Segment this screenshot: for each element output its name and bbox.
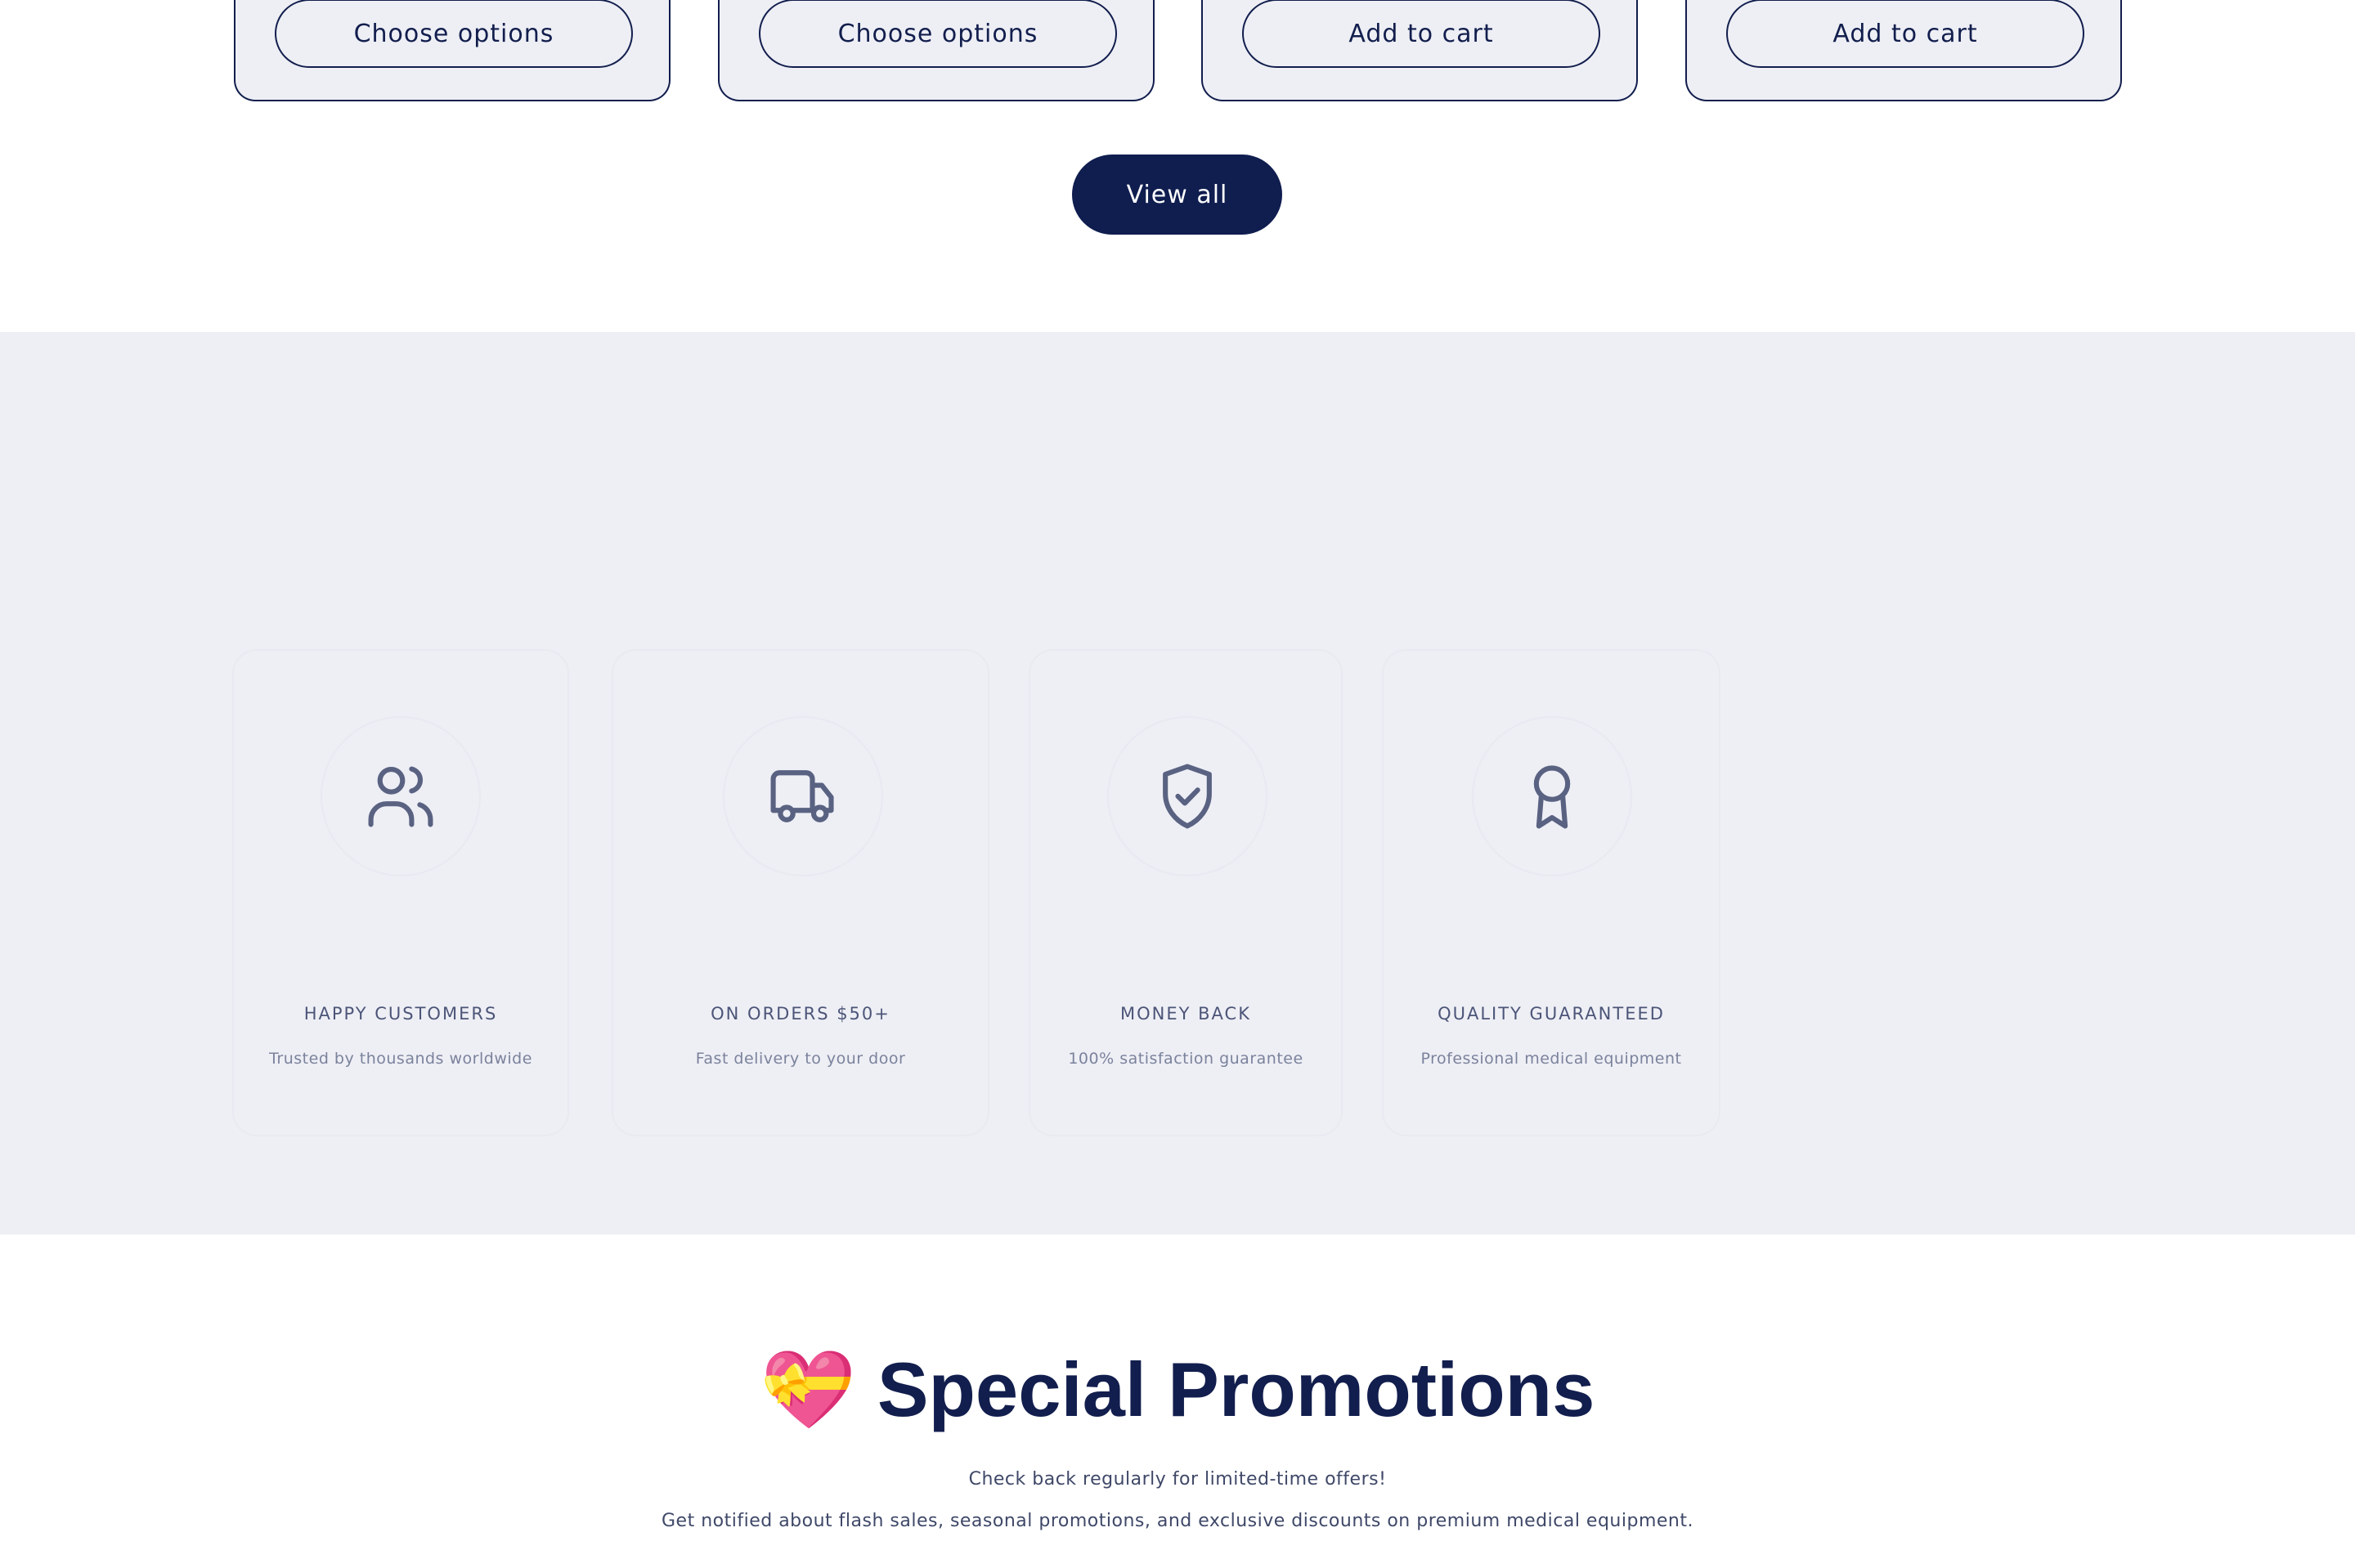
product-card: Choose options [234,0,671,101]
feature-icon-circle [1107,716,1267,876]
add-to-cart-button[interactable]: Add to cart [1726,0,2084,68]
promotions-tagline: Check back regularly for limited-time of… [968,1469,1387,1490]
view-all-button[interactable]: View all [1072,155,1282,235]
feature-icon-circle [1472,716,1632,876]
feature-title: HAPPY CUSTOMERS [303,1004,498,1024]
feature-title: MONEY BACK [1120,1004,1251,1024]
promotions-description: Get notified about flash sales, seasonal… [662,1511,1693,1531]
award-icon [1533,765,1571,829]
feature-card-money-back: MONEY BACK 100% satisfaction guarantee [1029,649,1343,1136]
feature-description: Trusted by thousands worldwide [269,1050,532,1068]
feature-title: QUALITY GUARANTEED [1438,1004,1665,1024]
feature-icon-circle [321,716,481,876]
truck-icon [770,770,834,822]
product-card: Add to cart [1685,0,2122,101]
product-card: Choose options [718,0,1155,101]
choose-options-button[interactable]: Choose options [759,0,1117,68]
feature-title: ON ORDERS $50+ [711,1004,890,1024]
shield-check-icon [1163,764,1212,829]
features-section: HAPPY CUSTOMERS Trusted by thousands wor… [0,332,2355,1234]
promotions-title: Special Promotions [877,1346,1595,1432]
gift-heart-icon: 💝 [760,1346,856,1432]
feature-icon-circle [723,716,883,876]
add-to-cart-button[interactable]: Add to cart [1242,0,1600,68]
feature-description: Professional medical equipment [1420,1050,1682,1068]
feature-card-shipping: ON ORDERS $50+ Fast delivery to your doo… [612,649,989,1136]
feature-card-quality: QUALITY GUARANTEED Professional medical … [1382,649,1720,1136]
product-card: Add to cart [1201,0,1638,101]
choose-options-button[interactable]: Choose options [275,0,633,68]
feature-description: 100% satisfaction guarantee [1068,1050,1303,1068]
feature-description: Fast delivery to your door [695,1050,906,1068]
promotions-heading: 💝 Special Promotions [0,1341,2355,1439]
users-icon [368,766,433,827]
feature-card-happy-customers: HAPPY CUSTOMERS Trusted by thousands wor… [232,649,569,1136]
